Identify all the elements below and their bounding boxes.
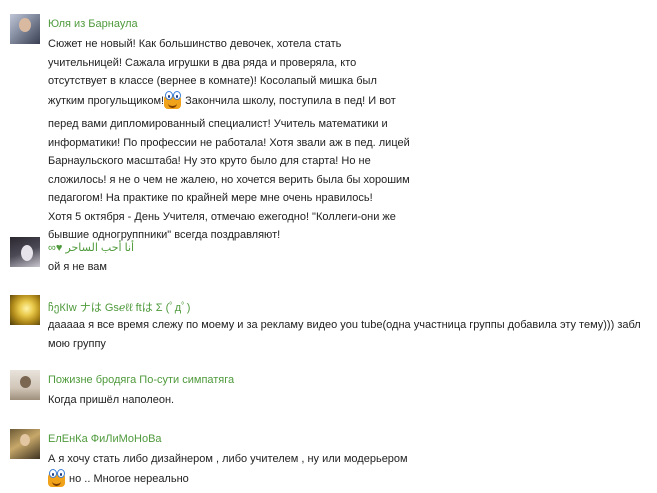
comment-author[interactable]: ЕлЕнКа ФиЛиМоНоВа (48, 433, 162, 445)
comment-text-line: учительницей! Сажала игрушки в два ряда … (48, 56, 357, 69)
comment-item: ∞♥ أنا أحب الساحر ой я не вам (10, 237, 657, 277)
avatar[interactable] (10, 370, 40, 400)
comment-text: Сюжет не новый! Как большинство девочек,… (48, 35, 410, 245)
comment-text-line: А я хочу стать либо дизайнером , либо уч… (48, 453, 408, 465)
comment-author[interactable]: Юля из Барнаула (48, 18, 138, 30)
comment-text-line: отсутствует в классе (вернее в комнате)!… (48, 75, 377, 87)
comment-text-line: Хотя 5 октября - День Учителя, отмечаю е… (48, 210, 396, 223)
comment-author[interactable]: ∞♥ أنا أحب الساحر (48, 241, 134, 254)
comment-text: дааааа я все время слежу по моему и за р… (48, 316, 641, 353)
comment-author[interactable]: ჩეКIw ナは Gѕℯℓℓ ftは Σ (ﾟдﾟ) (48, 299, 190, 315)
avatar[interactable] (10, 237, 40, 267)
comment-text-fragment: но .. Многое нереально (66, 472, 189, 485)
comment-text-line: мою группу (48, 337, 106, 350)
comment-text-fragment: жутким прогульщиком! (48, 94, 165, 107)
avatar[interactable] (10, 429, 40, 459)
comment-text: ой я не вам (48, 261, 107, 273)
avatar[interactable] (10, 14, 40, 44)
comment-text-line: жутким прогульщиком! Закончила школу, по… (48, 90, 410, 111)
comment-item: Пожизне бродяга По-сути симпатяга Когда … (10, 370, 657, 410)
comment-text: Когда пришёл наполеон. (48, 394, 175, 406)
comment-text-fragment: Закончила школу, поступила в пед! И вот (182, 94, 396, 107)
comment-text-line: дааааа я все время слежу по моему и за р… (48, 319, 641, 331)
comment-text-line: Барнаульского масштаба! Ну это круто был… (48, 155, 371, 167)
comment-item: ЕлЕнКа ФиЛиМоНоВа А я хочу стать либо ди… (10, 429, 657, 489)
comment-text-line: Сюжет не новый! Как большинство девочек,… (48, 38, 342, 50)
smiley-emoticon-icon (48, 468, 66, 487)
comment-text-line: информатики! По профессии не работала! Х… (48, 136, 410, 149)
comment-text: А я хочу стать либо дизайнером , либо уч… (48, 450, 408, 488)
comment-author[interactable]: Пожизне бродяга По-сути симпатяга (48, 374, 234, 386)
comment-item: Юля из Барнаула Сюжет не новый! Как боль… (10, 14, 657, 241)
smiley-emoticon-icon (164, 90, 182, 109)
comment-text-line: сложилось! я не о чем не жалею, но хочет… (48, 173, 410, 186)
comment-text-line: перед вами дипломированный специалист! У… (48, 118, 388, 130)
comment-text-line: но .. Многое нереально (48, 468, 408, 489)
comments-list: Юля из Барнаула Сюжет не новый! Как боль… (0, 0, 657, 493)
comment-text-line: педагогом! На практике по крайней мере м… (48, 192, 373, 204)
comment-item: ჩეКIw ナは Gѕℯℓℓ ftは Σ (ﾟдﾟ) дааааа я все … (10, 295, 657, 351)
avatar[interactable] (10, 295, 40, 325)
